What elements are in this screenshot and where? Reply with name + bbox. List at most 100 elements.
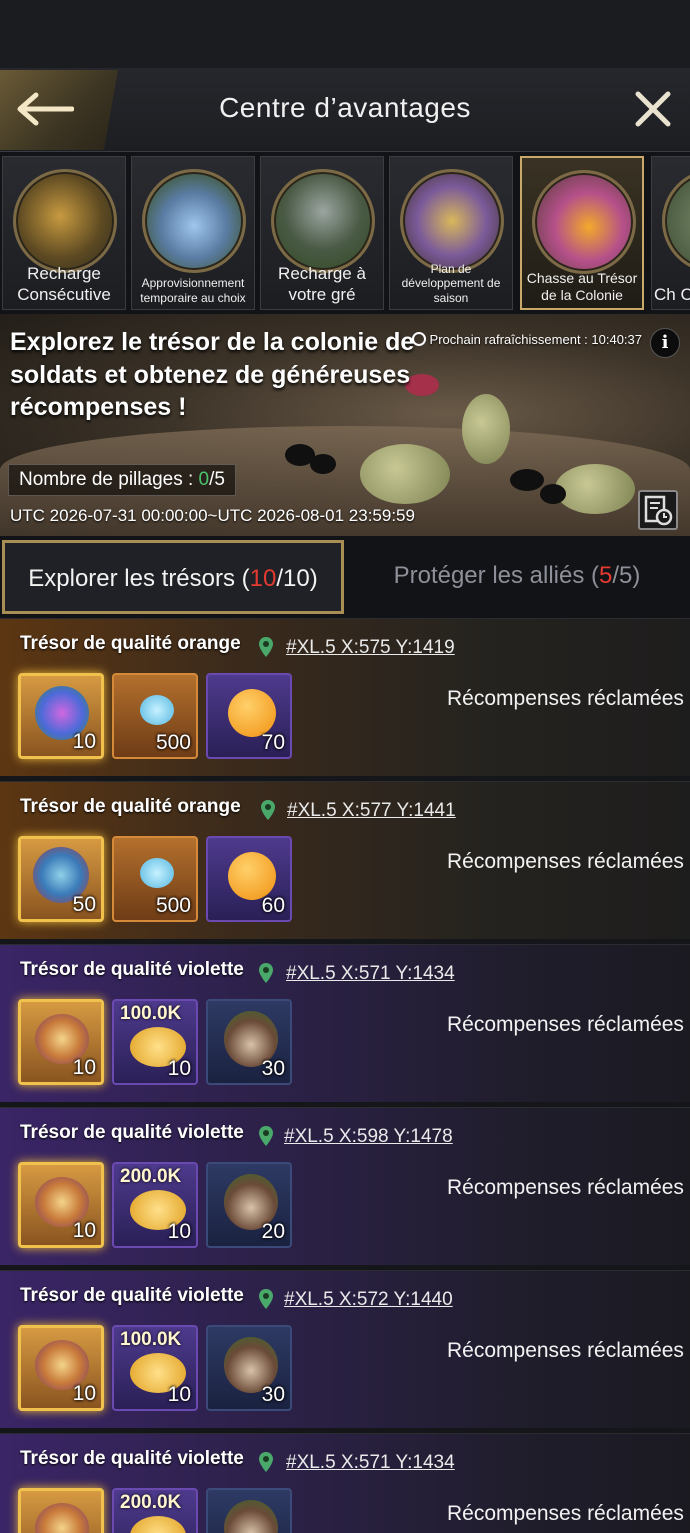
treasure-pile-icon — [35, 1503, 89, 1533]
tab-label: Chasse au Trésor de la Colonie — [526, 270, 638, 304]
tab-recharge-consecutive[interactable]: Recharge Consécutive — [2, 156, 126, 310]
reward-amount: 100.0K — [120, 1329, 182, 1350]
treasure-card: Trésor de qualité violette #XL.5 X:598 Y… — [0, 1107, 690, 1265]
treasure-name: Trésor de qualité violette — [20, 1285, 244, 1306]
reward-item[interactable]: 200.0K — [112, 1488, 198, 1533]
tab-chasse-tresor[interactable]: Chasse au Trésor de la Colonie — [520, 156, 644, 310]
tab-label: Ch C — [654, 284, 690, 304]
reward-amount: 200.0K — [120, 1492, 182, 1513]
location-pin-icon — [259, 1289, 273, 1309]
treasure-coordinates[interactable]: #XL.5 X:572 Y:1440 — [284, 1289, 453, 1311]
treasure-coordinates[interactable]: #XL.5 X:571 Y:1434 — [286, 963, 455, 985]
treasure-card: Trésor de qualité orange #XL.5 X:575 Y:1… — [0, 618, 690, 776]
location-pin-icon — [259, 637, 273, 657]
treasure-coordinates[interactable]: #XL.5 X:577 Y:1441 — [287, 800, 456, 822]
ant-decoration — [510, 469, 544, 491]
ant-hunter-icon — [13, 169, 117, 273]
pillage-label: Nombre de pillages : — [19, 469, 199, 490]
claim-status: Récompenses réclamées — [447, 1013, 684, 1036]
treasure-coordinates[interactable]: #XL.5 X:598 Y:1478 — [284, 1126, 453, 1148]
reward-qty: 30 — [261, 1057, 285, 1080]
ant-decoration — [540, 484, 566, 504]
tab-explorer-tresors[interactable]: Explorer les trésors (10/10) — [2, 540, 344, 614]
treasure-list: Trésor de qualité orange #XL.5 X:575 Y:1… — [0, 618, 690, 1533]
history-icon — [644, 495, 673, 526]
treasure-card: Trésor de qualité violette #XL.5 X:571 Y… — [0, 944, 690, 1102]
reward-item[interactable] — [206, 1488, 292, 1533]
segment-label: Explorer les trésors ( — [28, 565, 250, 592]
reward-qty: 10 — [167, 1057, 191, 1080]
segment-total: /5) — [612, 562, 641, 589]
reward-item[interactable]: 10 — [18, 999, 104, 1085]
treasure-card: Trésor de qualité orange #XL.5 X:577 Y:1… — [0, 781, 690, 939]
location-pin-icon — [259, 1452, 273, 1472]
event-banner: Explorez le trésor de la colonie de sold… — [0, 314, 690, 536]
tab-label: Approvisionnement temporaire au choix — [140, 276, 246, 305]
reward-qty: 10 — [167, 1220, 191, 1243]
treasure-name: Trésor de qualité violette — [20, 1448, 244, 1469]
segment-tabs: Explorer les trésors (10/10) Protéger le… — [0, 536, 690, 618]
partial-tab-icon — [662, 169, 690, 273]
location-pin-icon — [259, 963, 273, 983]
seed-decoration — [360, 444, 450, 504]
header: Centre d’avantages — [0, 68, 690, 152]
reward-item[interactable]: 20 — [206, 1162, 292, 1248]
reward-item[interactable]: 100.0K 10 — [112, 999, 198, 1085]
reward-qty: 70 — [261, 731, 285, 754]
reward-item[interactable]: 10 — [18, 1162, 104, 1248]
location-pin-icon — [261, 800, 275, 820]
tab-proteger-allies[interactable]: Protéger les alliés (5/5) — [344, 540, 690, 614]
ant-on-rock-icon — [271, 169, 375, 273]
reward-qty: 30 — [261, 1383, 285, 1406]
segment-label: Protéger les alliés ( — [393, 562, 600, 589]
treasure-coordinates[interactable]: #XL.5 X:575 Y:1419 — [286, 637, 455, 659]
reward-qty: 10 — [72, 1056, 96, 1079]
reward-qty: 500 — [155, 894, 191, 917]
claim-status: Récompenses réclamées — [447, 1502, 684, 1525]
tab-label: Recharge à votre gré — [278, 264, 366, 304]
info-icon: i — [661, 332, 669, 353]
reward-item[interactable] — [18, 1488, 104, 1533]
treasure-card: Trésor de qualité violette #XL.5 X:571 Y… — [0, 1433, 690, 1533]
history-button[interactable] — [638, 490, 678, 530]
reward-qty: 10 — [72, 1382, 96, 1405]
tab-recharge-gre[interactable]: Recharge à votre gré — [260, 156, 384, 310]
mushroom-shell-icon — [224, 1500, 278, 1533]
treasure-card: Trésor de qualité violette #XL.5 X:572 Y… — [0, 1270, 690, 1428]
ant-decoration — [310, 454, 336, 474]
close-button[interactable] — [632, 88, 674, 130]
reward-item[interactable]: 500 — [112, 673, 198, 759]
reward-item[interactable]: 30 — [206, 999, 292, 1085]
blue-crystal-icon — [140, 695, 174, 725]
reward-qty: 10 — [72, 730, 96, 753]
reward-qty: 500 — [155, 731, 191, 754]
refresh-timer: Prochain rafraîchissement : 10:40:37 — [411, 332, 642, 347]
reward-item[interactable]: 500 — [112, 836, 198, 922]
crystal-shell-icon — [142, 169, 246, 273]
reward-item[interactable]: 200.0K 10 — [112, 1162, 198, 1248]
blue-crystal-icon — [140, 858, 174, 888]
treasure-name: Trésor de qualité violette — [20, 959, 244, 980]
reward-item[interactable]: 10 — [18, 1325, 104, 1411]
reward-item[interactable]: 100.0K 10 — [112, 1325, 198, 1411]
reward-amount: 100.0K — [120, 1003, 182, 1024]
tab-plan-saison[interactable]: Plan de développement de saison — [389, 156, 513, 310]
treasure-coordinates[interactable]: #XL.5 X:571 Y:1434 — [286, 1452, 455, 1474]
reward-item[interactable]: 50 — [18, 836, 104, 922]
segment-count: 10 — [249, 565, 277, 592]
treasure-name: Trésor de qualité orange — [20, 633, 241, 654]
info-button[interactable]: i — [650, 328, 680, 358]
orange-fruit-icon — [228, 852, 276, 900]
tab-approvisionnement[interactable]: Approvisionnement temporaire au choix — [131, 156, 255, 310]
honeydew-icon — [130, 1516, 186, 1533]
reward-item[interactable]: 60 — [206, 836, 292, 922]
reward-qty: 60 — [261, 894, 285, 917]
reward-item[interactable]: 30 — [206, 1325, 292, 1411]
seed-decoration — [555, 464, 635, 514]
reward-item[interactable]: 70 — [206, 673, 292, 759]
reward-item[interactable]: 10 — [18, 673, 104, 759]
claim-status: Récompenses réclamées — [447, 1339, 684, 1362]
tab-partial[interactable]: Ch C — [651, 156, 690, 310]
clock-icon — [411, 332, 426, 346]
claim-status: Récompenses réclamées — [447, 687, 684, 710]
